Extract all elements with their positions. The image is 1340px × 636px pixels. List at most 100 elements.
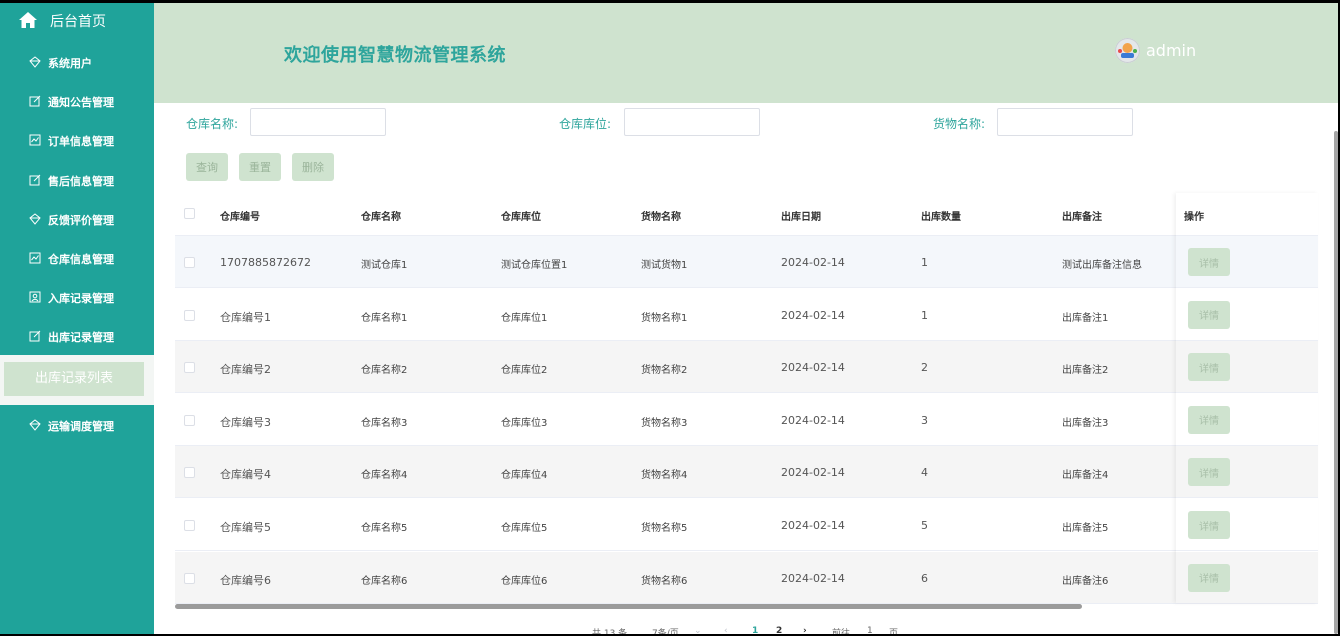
table-row[interactable]: 仓库编号6 仓库名称6 仓库库位6 货物名称6 2024-02-14 6 出库备注6 详情 [175,551,1318,604]
table-row[interactable]: 仓库编号2 仓库名称2 仓库库位2 货物名称2 2024-02-14 2 出库备注2 详情 [175,341,1318,394]
warehouse-name-input[interactable] [250,108,386,136]
sidebar-item-transport[interactable]: 运输调度管理 [0,410,154,440]
cell-location: 测试仓库位置1 [501,260,568,271]
sidebar-item-system-users[interactable]: 系统用户 [0,47,154,77]
cell-date: 2024-02-14 [781,519,845,532]
detail-button[interactable]: 详情 [1188,300,1230,329]
detail-button[interactable]: 详情 [1188,511,1230,539]
detail-button[interactable]: 详情 [1188,248,1230,276]
cell-goods: 货物名称2 [641,365,688,377]
sidebar-item-label: 通知公告管理 [48,96,114,109]
column-header[interactable]: 出库数量 [921,208,961,223]
column-header[interactable]: 出库日期 [781,208,821,223]
select-all-checkbox[interactable] [184,208,195,219]
sidebar-home[interactable]: 后台首页 [0,3,154,37]
cell-date: 2024-02-14 [781,413,845,427]
cell-note: 出库备注2 [1062,365,1109,377]
avatar[interactable] [1115,38,1140,63]
page-size-select[interactable]: 7条/页 [652,626,679,634]
sidebar-item-warehouse[interactable]: 仓库信息管理 [0,243,154,273]
row-checkbox[interactable] [184,414,195,426]
cell-goods: 货物名称6 [641,575,688,587]
query-button[interactable]: 查询 [186,153,228,181]
row-checkbox[interactable] [184,520,195,531]
column-header: 操作 [1184,212,1204,223]
submenu-item-outbound-list[interactable]: 出库记录列表 [4,362,144,396]
cell-qty: 3 [921,413,928,427]
table-row[interactable]: 仓库编号5 仓库名称5 仓库库位5 货物名称5 2024-02-14 5 出库备注5 详情 [175,499,1318,551]
chart-icon [29,134,41,146]
cell-note: 出库备注5 [1062,523,1109,534]
cell-location: 仓库库位1 [501,312,548,324]
table-row[interactable]: 1707885872672 测试仓库1 测试仓库位置1 测试货物1 2024-02-14… [175,236,1318,288]
cell-goods: 货物名称1 [641,312,688,324]
submenu: 出库记录列表 [0,355,154,405]
cell-code: 1707885872672 [220,256,311,269]
chevron-down-icon[interactable]: ⌄ [694,626,702,634]
page-number-active[interactable]: 1 [752,626,758,634]
row-checkbox[interactable] [184,467,195,479]
horizontal-scrollbar[interactable] [175,604,1082,609]
username[interactable]: admin [1146,41,1196,60]
goto-label: 前往 [832,629,851,634]
delete-button[interactable]: 删除 [292,153,334,181]
header: 欢迎使用智慧物流管理系统 admin [154,3,1338,103]
cell-name: 仓库名称1 [361,312,408,324]
edit-icon [29,330,41,342]
prev-page-icon[interactable]: ‹ [724,626,728,634]
goods-name-input[interactable] [997,108,1133,136]
detail-button[interactable]: 详情 [1188,458,1230,487]
column-header[interactable]: 货物名称 [641,208,681,223]
column-header[interactable]: 出库备注 [1062,208,1102,223]
diamond-icon [29,213,41,225]
sidebar-item-orders[interactable]: 订单信息管理 [0,125,154,155]
edit-icon [29,174,41,186]
cell-code: 仓库编号1 [220,310,271,324]
sidebar: 后台首页 系统用户 通知公告管理 订单信息管理 售后信息管理 反馈评价管理 仓库… [0,3,154,634]
cell-location: 仓库库位2 [501,365,548,377]
row-checkbox[interactable] [184,362,195,374]
sidebar-item-notice[interactable]: 通知公告管理 [0,86,154,116]
cell-code: 仓库编号6 [220,573,271,587]
column-header[interactable]: 仓库库位 [501,208,541,223]
cell-goods: 货物名称5 [641,523,688,534]
table-row[interactable]: 仓库编号3 仓库名称3 仓库库位3 货物名称3 2024-02-14 3 出库备注3 详情 [175,394,1318,446]
detail-button[interactable]: 详情 [1188,405,1230,434]
diamond-icon [29,56,41,68]
detail-button[interactable]: 详情 [1188,563,1230,592]
cell-code: 仓库编号5 [220,521,271,534]
table-row[interactable]: 仓库编号4 仓库名称4 仓库库位4 货物名称4 2024-02-14 4 出库备注4 详情 [175,446,1318,499]
pagination-total: 共 13 条 [592,629,628,634]
goto-page-input[interactable]: 1 [867,626,873,634]
row-checkbox[interactable] [184,309,195,321]
cell-date: 2024-02-14 [781,256,845,269]
cell-name: 仓库名称5 [361,523,408,534]
vertical-scrollbar[interactable] [1334,131,1338,634]
sidebar-item-outbound[interactable]: 出库记录管理 [0,321,154,351]
cell-note: 出库备注3 [1062,417,1109,429]
detail-button[interactable]: 详情 [1188,353,1230,382]
cell-note: 测试出库备注信息 [1062,260,1142,271]
table-header: 仓库编号 仓库名称 仓库库位 货物名称 出库日期 出库数量 出库备注 操作 [175,193,1318,236]
sidebar-item-label: 运输调度管理 [48,420,114,433]
next-page-icon[interactable]: › [803,626,807,634]
sidebar-item-after-sales[interactable]: 售后信息管理 [0,165,154,195]
diamond-icon [29,419,41,431]
row-checkbox[interactable] [184,572,195,584]
cell-code: 仓库编号3 [220,415,271,429]
cell-qty: 2 [921,361,928,375]
sidebar-item-inbound[interactable]: 入库记录管理 [0,282,154,312]
warehouse-location-input[interactable] [624,108,760,136]
cell-qty: 1 [921,308,928,322]
cell-qty: 4 [921,466,928,480]
sidebar-item-label: 订单信息管理 [48,135,114,148]
sidebar-item-feedback[interactable]: 反馈评价管理 [0,204,154,234]
reset-button[interactable]: 重置 [239,153,281,181]
cell-qty: 5 [921,519,928,532]
table-row[interactable]: 仓库编号1 仓库名称1 仓库库位1 货物名称1 2024-02-14 1 出库备注1 详情 [175,289,1318,341]
app-window: 后台首页 系统用户 通知公告管理 订单信息管理 售后信息管理 反馈评价管理 仓库… [0,3,1338,634]
column-header[interactable]: 仓库编号 [220,208,260,223]
column-header[interactable]: 仓库名称 [361,208,401,223]
page-number[interactable]: 2 [776,626,782,634]
row-checkbox[interactable] [184,257,195,268]
